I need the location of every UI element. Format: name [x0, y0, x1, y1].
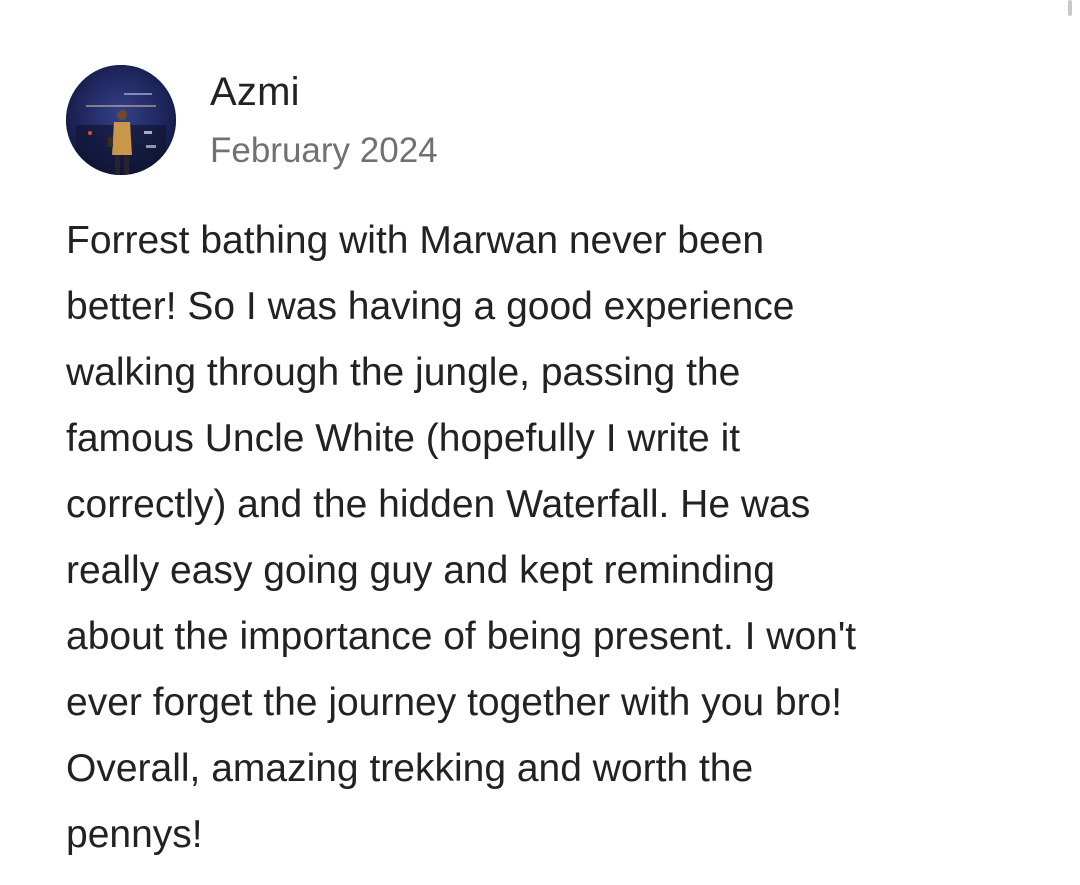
scrollbar-thumb[interactable] [1068, 0, 1072, 16]
review-text-line: famous Uncle White (hopefully I write it [66, 417, 741, 460]
review-text-line: better! So I was having a good experienc… [66, 285, 795, 328]
review-text-line: correctly) and the hidden Waterfall. He … [66, 483, 811, 526]
review-text-line: walking through the jungle, passing the [66, 351, 741, 394]
review-date: February 2024 [210, 131, 438, 170]
avatar-photo-icon [66, 65, 176, 175]
review-card: Azmi February 2024 Forrest bathing with … [0, 0, 1080, 885]
review-text-line: Overall, amazing trekking and worth the [66, 747, 754, 790]
review-text-line: pennys! [66, 813, 203, 856]
reviewer-avatar[interactable] [66, 65, 176, 175]
review-text-line: ever forget the journey together with yo… [66, 681, 843, 724]
reviewer-name: Azmi [210, 70, 300, 114]
review-text-line: about the importance of being present. I… [66, 615, 857, 658]
review-text: Forrest bathing with Marwan never been b… [66, 208, 1056, 868]
review-text-line: really easy going guy and kept reminding [66, 549, 775, 592]
review-text-line: Forrest bathing with Marwan never been [66, 219, 765, 262]
